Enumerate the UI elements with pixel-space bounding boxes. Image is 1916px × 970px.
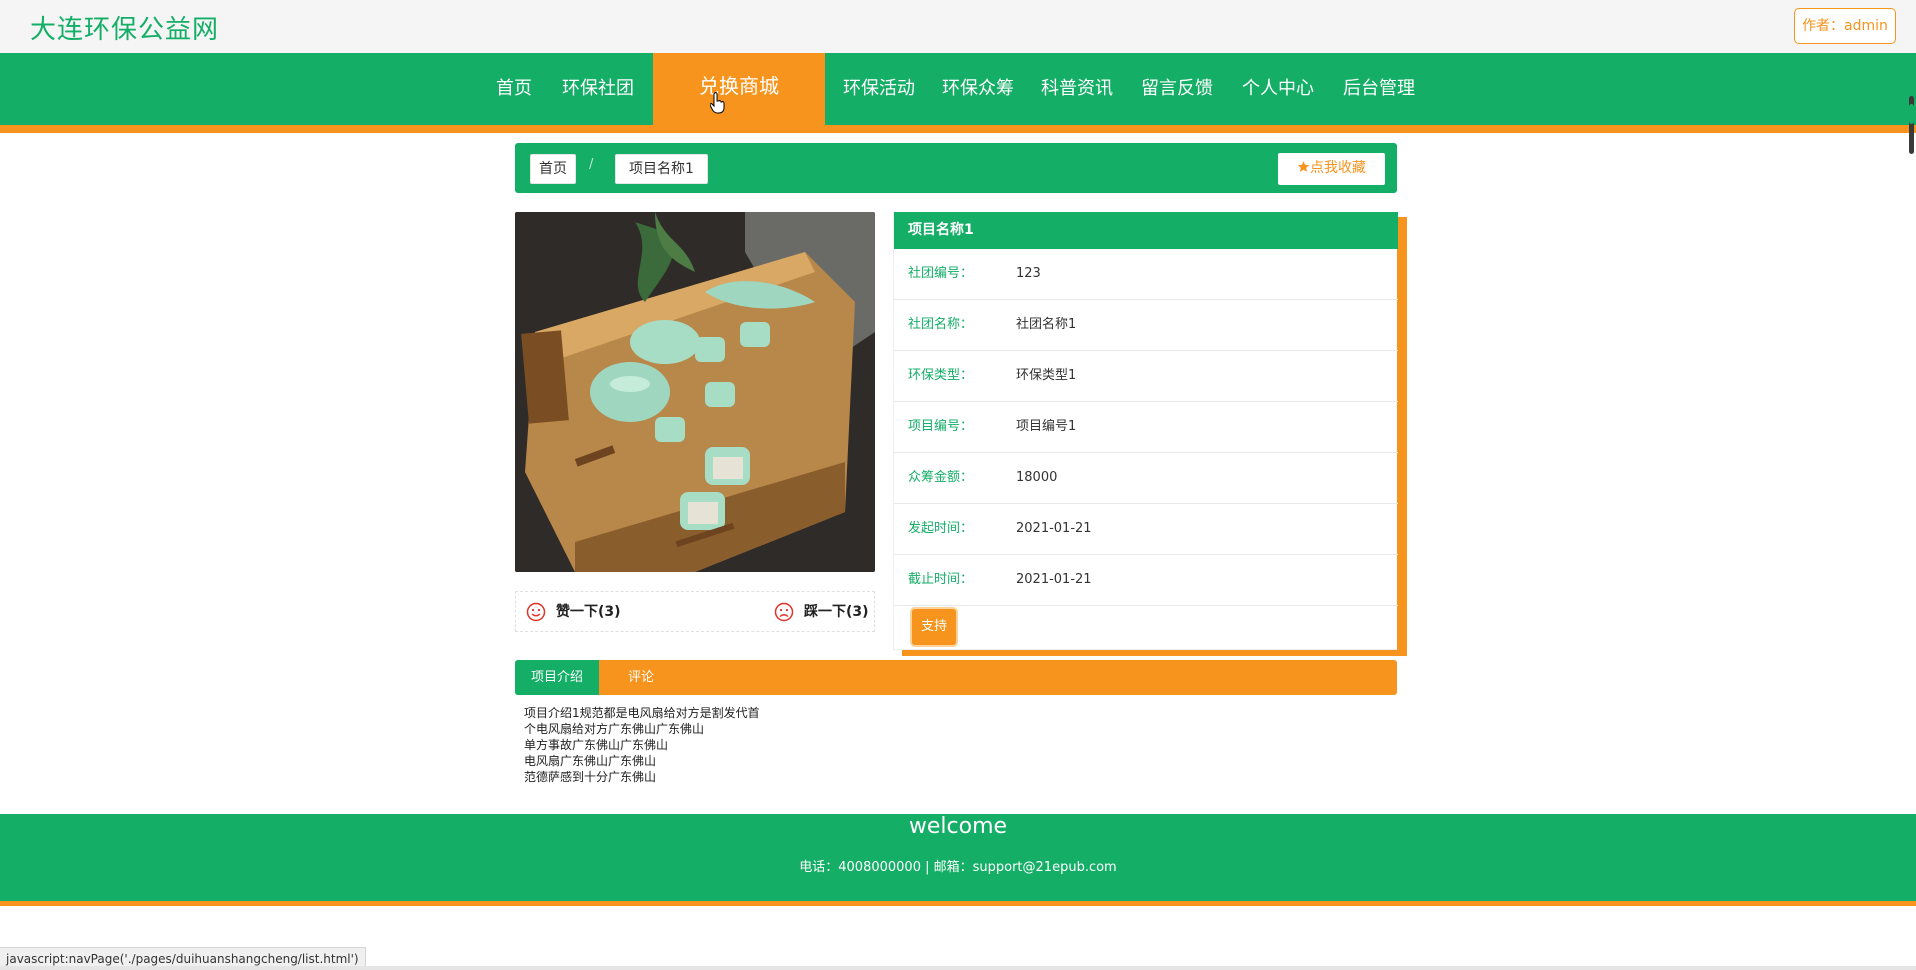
intro-line: 单方事故广东佛山广东佛山 [524,738,669,752]
content-tabs: 项目介绍 评论 [515,660,1397,695]
nav-item-home[interactable]: 首页 [488,53,540,125]
intro-line: 范德萨感到十分广东佛山 [524,770,657,784]
favorite-label: 点我收藏 [1310,160,1366,176]
detail-row-club-id: 社团编号： 123 [894,249,1398,300]
nav-item-crowdfunding[interactable]: 环保众筹 [936,53,1020,125]
detail-value: 社团名称1 [1016,317,1077,332]
tab-intro[interactable]: 项目介绍 [515,660,599,695]
favorite-button[interactable]: 点我收藏 [1278,153,1385,185]
detail-title: 项目名称1 [894,212,1398,249]
nav-item-profile[interactable]: 个人中心 [1235,53,1321,125]
breadcrumb-current: 项目名称1 [615,154,708,184]
footer-welcome: welcome [908,814,1008,839]
footer: welcome 电话：4008000000 | 邮箱：support@21epu… [0,814,1916,906]
detail-row-end-date: 截止时间： 2021-01-21 [894,555,1398,606]
nav-item-feedback[interactable]: 留言反馈 [1134,53,1220,125]
nav-item-activities[interactable]: 环保活动 [836,53,922,125]
footer-contact: 电话：4008000000 | 邮箱：support@21epub.com [799,860,1117,875]
detail-row-amount: 众筹金额： 18000 [894,453,1398,504]
nav-item-admin[interactable]: 后台管理 [1336,53,1422,125]
detail-label: 项目编号： [908,419,974,434]
detail-panel: 项目名称1 社团编号： 123 社团名称： 社团名称1 环保类型： 环保类型1 … [893,212,1398,650]
main-nav: 首页 环保社团 兑换商城 环保活动 环保众筹 科普资讯 留言反馈 个人中心 后台… [0,53,1916,125]
detail-value: 环保类型1 [1016,368,1077,383]
detail-label: 社团名称： [908,317,974,332]
project-intro: 项目介绍1规范都是电风扇给对方是割发代首 个电风扇给对方广东佛山广东佛山 单方事… [524,705,760,785]
breadcrumb-home[interactable]: 首页 [530,154,576,184]
vote-box: 赞一下(3) 踩一下(3) [515,591,875,632]
dislike-button[interactable]: 踩一下(3) [774,601,869,622]
detail-value: 2021-01-21 [1016,521,1092,536]
scrollbar[interactable] [1907,92,1916,158]
nav-item-shop[interactable]: 兑换商城 [653,53,825,125]
nav-underline [0,125,1916,133]
like-label: 赞一下(3) [556,604,621,620]
nav-item-clubs[interactable]: 环保社团 [556,53,640,125]
detail-row-type: 环保类型： 环保类型1 [894,351,1398,402]
dislike-label: 踩一下(3) [804,604,869,620]
intro-line: 项目介绍1规范都是电风扇给对方是割发代首 [524,706,760,720]
detail-label: 截止时间： [908,572,974,587]
detail-label: 发起时间： [908,521,974,536]
tea-set-illustration [515,212,875,572]
detail-label: 众筹金额： [908,470,974,485]
detail-row-start-date: 发起时间： 2021-01-21 [894,504,1398,555]
detail-row-project-id: 项目编号： 项目编号1 [894,402,1398,453]
smile-icon [526,602,546,622]
breadcrumb-separator: / [589,157,594,172]
bottom-edge [0,966,1916,970]
frown-icon [774,602,794,622]
breadcrumb: 首页 / 项目名称1 点我收藏 [515,143,1397,193]
scrollbar-thumb[interactable] [1909,104,1914,124]
hand-cursor-icon [710,92,725,114]
detail-value: 项目编号1 [1016,419,1077,434]
product-image [515,212,875,572]
intro-line: 电风扇广东佛山广东佛山 [524,754,657,768]
tab-comments[interactable]: 评论 [599,660,683,695]
detail-label: 社团编号： [908,266,974,281]
detail-value: 123 [1016,266,1041,281]
top-header: 大连环保公益网 作者：admin [0,0,1916,53]
like-button[interactable]: 赞一下(3) [526,601,621,622]
detail-value: 2021-01-21 [1016,572,1092,587]
detail-row-club-name: 社团名称： 社团名称1 [894,300,1398,351]
site-title[interactable]: 大连环保公益网 [30,9,219,46]
intro-line: 个电风扇给对方广东佛山广东佛山 [524,722,705,736]
detail-value: 18000 [1016,470,1058,485]
author-button[interactable]: 作者：admin [1794,8,1896,44]
detail-label: 环保类型： [908,368,974,383]
star-icon [1297,161,1310,172]
support-button[interactable]: 支持 [912,609,956,645]
nav-item-news[interactable]: 科普资讯 [1034,53,1120,125]
